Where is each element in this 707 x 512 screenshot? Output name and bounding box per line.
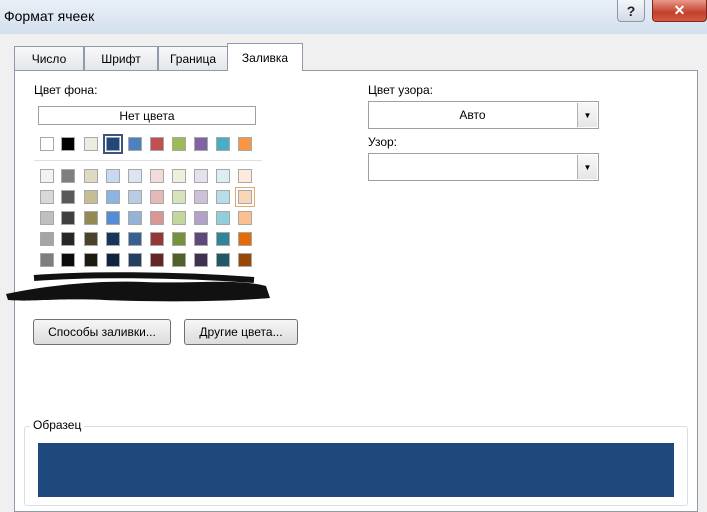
color-swatch[interactable] <box>84 137 98 151</box>
color-swatch[interactable] <box>40 169 54 183</box>
color-swatch[interactable] <box>172 253 186 267</box>
color-swatch[interactable] <box>128 169 142 183</box>
color-swatch[interactable] <box>84 253 98 267</box>
color-swatch[interactable] <box>150 190 164 204</box>
color-swatch[interactable] <box>172 190 186 204</box>
color-swatch[interactable] <box>128 211 142 225</box>
tab-label: Число <box>31 51 67 66</box>
help-button[interactable]: ? <box>617 0 645 22</box>
fill-effects-button[interactable]: Способы заливки... <box>33 319 171 345</box>
color-swatch[interactable] <box>150 169 164 183</box>
color-swatch[interactable] <box>40 190 54 204</box>
color-swatch[interactable] <box>216 190 230 204</box>
color-swatch[interactable] <box>194 232 208 246</box>
help-icon: ? <box>626 2 636 19</box>
color-swatch[interactable] <box>84 190 98 204</box>
color-swatch[interactable] <box>194 211 208 225</box>
chevron-down-icon[interactable]: ▼ <box>577 155 597 179</box>
color-swatch[interactable] <box>84 232 98 246</box>
tab-border[interactable]: Граница <box>158 46 228 70</box>
color-swatch[interactable] <box>194 169 208 183</box>
more-colors-label: Другие цвета... <box>199 325 283 339</box>
color-swatch[interactable] <box>106 253 120 267</box>
color-swatch[interactable] <box>61 169 75 183</box>
color-swatch[interactable] <box>106 211 120 225</box>
color-swatch[interactable] <box>150 211 164 225</box>
color-swatch[interactable] <box>194 190 208 204</box>
tab-label: Граница <box>169 51 217 66</box>
tab-font[interactable]: Шрифт <box>84 46 158 70</box>
pattern-style-label: Узор: <box>368 135 397 149</box>
pattern-color-label: Цвет узора: <box>368 83 433 97</box>
color-swatch[interactable] <box>106 190 120 204</box>
color-swatch[interactable] <box>238 232 252 246</box>
color-swatch[interactable] <box>106 232 120 246</box>
color-swatch[interactable] <box>40 253 54 267</box>
sample-preview <box>38 443 674 497</box>
color-swatch[interactable] <box>172 137 186 151</box>
color-swatch[interactable] <box>40 137 54 151</box>
color-swatch[interactable] <box>150 232 164 246</box>
color-swatch[interactable] <box>235 187 255 207</box>
tab-number[interactable]: Число <box>14 46 84 70</box>
tab-fill[interactable]: Заливка <box>227 43 303 71</box>
more-colors-button[interactable]: Другие цвета... <box>184 319 298 345</box>
title-bar: Формат ячеек ? ✕ <box>0 0 707 34</box>
tab-label: Шрифт <box>101 51 141 66</box>
color-swatch[interactable] <box>128 232 142 246</box>
chevron-down-icon[interactable]: ▼ <box>577 103 597 127</box>
color-swatch[interactable] <box>106 169 120 183</box>
pattern-style-dropdown[interactable]: ▼ <box>368 153 599 181</box>
color-swatch[interactable] <box>238 169 252 183</box>
color-swatch[interactable] <box>61 190 75 204</box>
color-swatch[interactable] <box>61 211 75 225</box>
palette-divider <box>34 160 262 161</box>
close-button[interactable]: ✕ <box>652 0 707 22</box>
color-swatch[interactable] <box>40 211 54 225</box>
color-swatch[interactable] <box>216 232 230 246</box>
fill-effects-label: Способы заливки... <box>48 325 156 339</box>
color-swatch[interactable] <box>172 232 186 246</box>
pattern-color-dropdown[interactable]: Авто ▼ <box>368 101 599 129</box>
no-color-button[interactable]: Нет цвета <box>38 106 256 125</box>
color-swatch[interactable] <box>128 253 142 267</box>
color-swatch[interactable] <box>216 211 230 225</box>
color-swatch[interactable] <box>216 137 230 151</box>
color-swatch[interactable] <box>150 253 164 267</box>
sample-label: Образец <box>30 418 85 432</box>
color-swatch[interactable] <box>172 169 186 183</box>
color-swatch[interactable] <box>238 253 252 267</box>
close-icon: ✕ <box>673 2 686 18</box>
color-swatch[interactable] <box>172 211 186 225</box>
color-swatch[interactable] <box>238 137 252 151</box>
color-swatch[interactable] <box>128 190 142 204</box>
color-swatch[interactable] <box>216 169 230 183</box>
color-swatch[interactable] <box>128 137 142 151</box>
window-title: Формат ячеек <box>4 8 95 24</box>
color-swatch[interactable] <box>61 137 75 151</box>
color-swatch[interactable] <box>103 134 123 154</box>
redaction-scribble <box>6 272 270 302</box>
color-swatch[interactable] <box>150 137 164 151</box>
color-swatch[interactable] <box>40 232 54 246</box>
color-swatch[interactable] <box>238 211 252 225</box>
color-swatch[interactable] <box>84 211 98 225</box>
pattern-color-value: Авто <box>459 108 486 122</box>
color-swatch[interactable] <box>84 169 98 183</box>
no-color-label: Нет цвета <box>119 108 175 123</box>
color-swatch[interactable] <box>61 253 75 267</box>
color-swatch[interactable] <box>194 137 208 151</box>
bg-color-label: Цвет фона: <box>34 83 98 97</box>
color-swatch[interactable] <box>61 232 75 246</box>
color-swatch[interactable] <box>194 253 208 267</box>
tab-label: Заливка <box>241 50 289 65</box>
color-swatch[interactable] <box>216 253 230 267</box>
